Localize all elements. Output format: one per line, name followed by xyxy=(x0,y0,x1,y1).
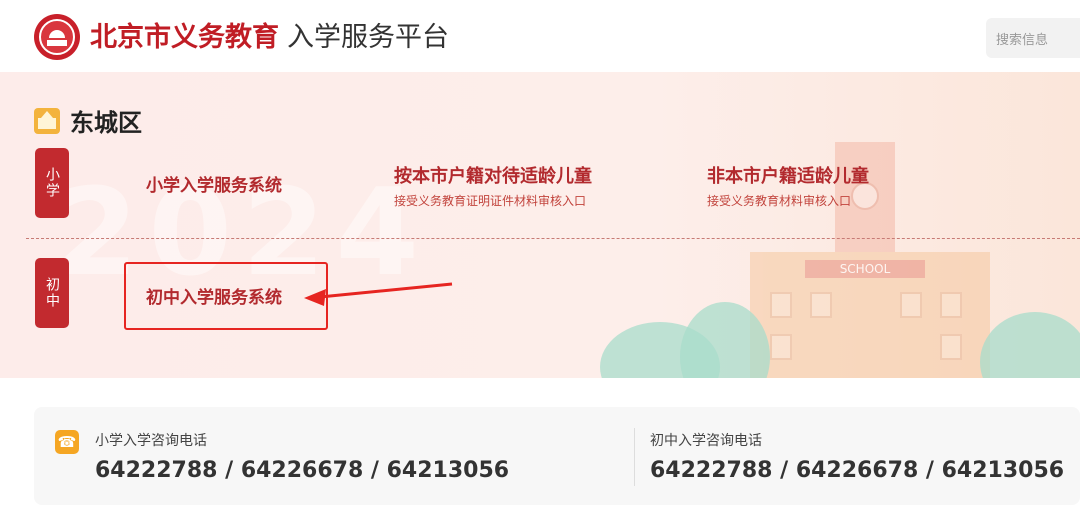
middle-hotline-label: 初中入学咨询电话 xyxy=(650,433,762,449)
site-title-strong: 北京市义务教育 xyxy=(90,22,279,53)
local-hukou-option[interactable]: 按本市户籍对待适龄儿童 接受义务教育证明证件材料审核入口 xyxy=(394,162,592,209)
nonlocal-hukou-option[interactable]: 非本市户籍适龄儿童 接受义务教育材料审核入口 xyxy=(707,162,869,209)
middle-school-tag: 初中 xyxy=(35,258,69,328)
contact-panel xyxy=(34,407,1080,505)
arrow-icon xyxy=(304,282,453,306)
highlight-box xyxy=(124,262,328,330)
school-sign: SCHOOL xyxy=(805,260,925,278)
option-subtitle: 接受义务教育材料审核入口 xyxy=(707,194,852,208)
primary-school-tag: 小学 xyxy=(35,148,69,218)
middle-hotline-numbers: 64222788 / 64226678 / 64213056 xyxy=(650,458,1065,483)
district-heading: 东城区 xyxy=(34,103,142,138)
phone-icon: ☎ xyxy=(55,430,79,454)
contact-separator xyxy=(634,428,635,486)
option-subtitle: 接受义务教育证明证件材料审核入口 xyxy=(394,194,587,208)
site-header: 北京市义务教育 入学服务平台 搜索信息 xyxy=(0,0,1080,72)
search-input[interactable]: 搜索信息 xyxy=(986,18,1080,58)
district-name: 东城区 xyxy=(70,109,142,137)
district-icon xyxy=(34,107,60,134)
primary-system-link[interactable]: 小学入学服务系统 xyxy=(146,171,282,196)
site-title[interactable]: 北京市义务教育 入学服务平台 xyxy=(90,18,449,58)
section-divider xyxy=(26,238,1080,239)
site-title-light: 入学服务平台 xyxy=(287,22,449,53)
primary-hotline-numbers: 64222788 / 64226678 / 64213056 xyxy=(95,458,510,483)
site-logo-icon[interactable] xyxy=(34,14,80,60)
district-banner: 2024 SCHOOL xyxy=(0,72,1080,378)
option-title: 按本市户籍对待适龄儿童 xyxy=(394,166,592,187)
primary-hotline-label: 小学入学咨询电话 xyxy=(95,433,207,449)
option-title: 非本市户籍适龄儿童 xyxy=(707,166,869,187)
